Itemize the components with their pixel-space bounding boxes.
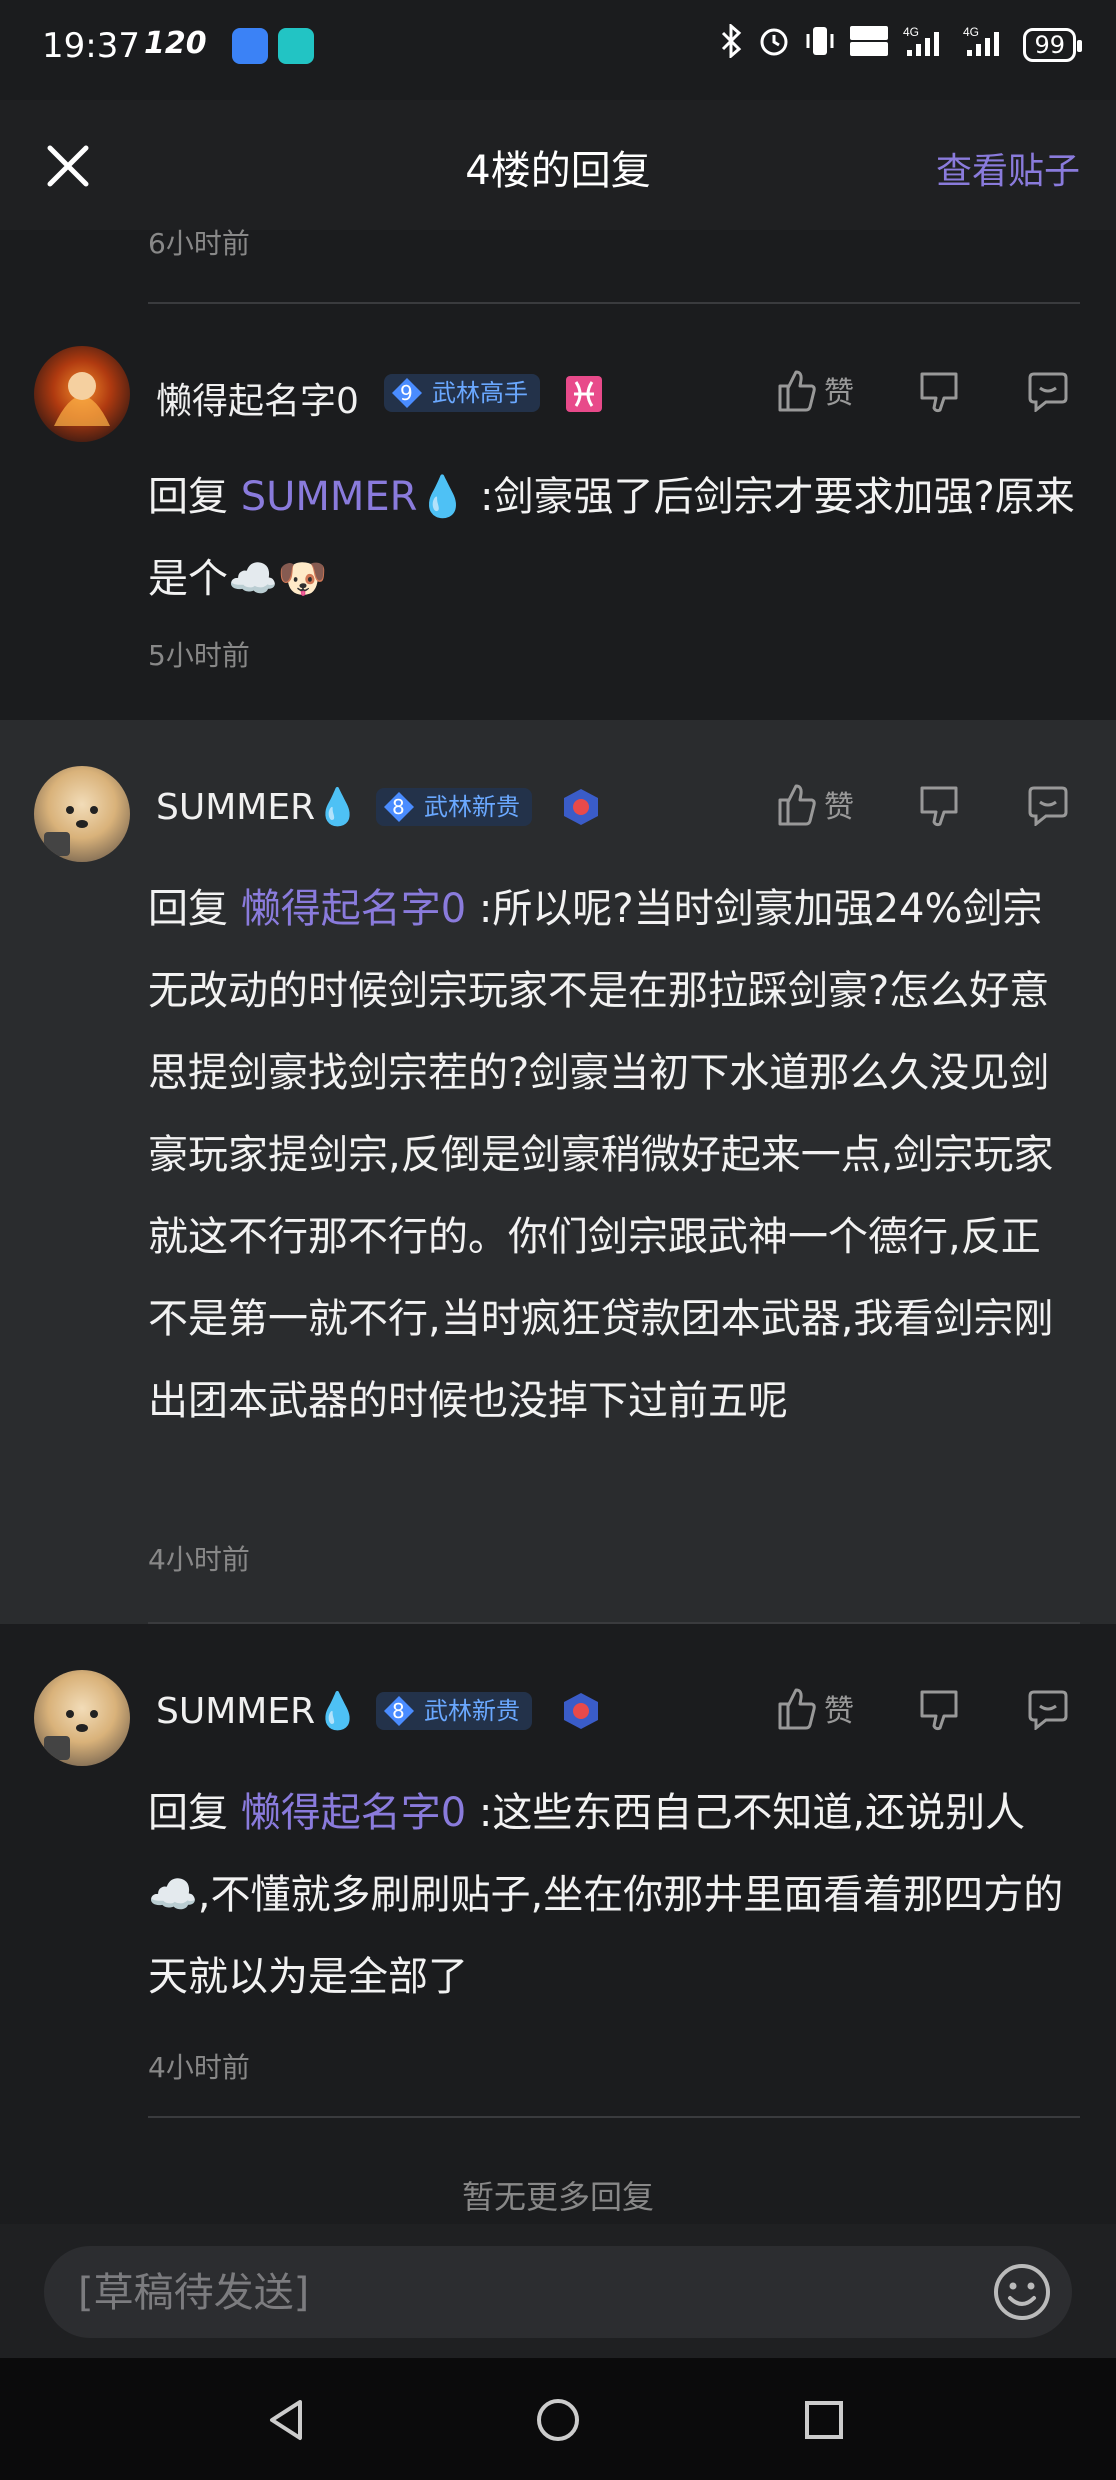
no-more-replies: 暂无更多回复: [461, 2178, 654, 2216]
comment-text: 回复 SUMMER💧 :剑豪强了后剑宗才要求加强?原来是个☁️🐶: [148, 456, 1076, 620]
thumbs-down-icon: [920, 1690, 958, 1731]
signal-4g-icon: 4G: [963, 24, 1009, 65]
comment-time: 5小时前: [148, 639, 250, 672]
like-label: 赞: [824, 790, 854, 825]
app-notification-icon: [278, 28, 314, 64]
comment-text: 回复 懒得起名字0 :所以呢?当时剑豪加强24%剑宗无改动的时候剑宗玩家不是在那…: [148, 868, 1076, 1442]
comment-item: 懒得起名字0 9 武林高手 赞 回复 SUMMER💧 :剑豪强了后剑宗才要求加强…: [0, 304, 1116, 718]
recents-icon[interactable]: [800, 2396, 848, 2444]
comment-icon: [1028, 786, 1068, 826]
status-icons: 4G 4G 99: [719, 22, 1082, 65]
header: 4楼的回复 查看贴子: [0, 100, 1116, 230]
dislike-button[interactable]: [918, 1688, 960, 1732]
rank-badge: 8 武林新贵: [376, 1692, 532, 1730]
like-button[interactable]: 赞: [776, 368, 854, 412]
reply-input-bar: [0, 2224, 1116, 2358]
rank-badge: 9 武林高手: [384, 374, 540, 412]
svg-text:4G: 4G: [963, 25, 979, 39]
alarm-icon: [757, 24, 791, 65]
status-time: 19:37: [42, 26, 140, 66]
emoji-icon[interactable]: [992, 2262, 1052, 2322]
dislike-button[interactable]: [918, 370, 960, 414]
svg-text:4G: 4G: [903, 25, 919, 39]
username[interactable]: SUMMER💧: [156, 786, 360, 828]
divider: [148, 2116, 1080, 2118]
reply-button[interactable]: [1026, 1690, 1070, 1730]
thumbs-up-icon: [778, 370, 816, 412]
achievement-icon: [560, 1690, 602, 1736]
rank-badge: 8 武林新贵: [376, 788, 532, 826]
level-number: 9: [400, 381, 413, 405]
vibrate-icon: [805, 24, 835, 65]
level-number: 8: [392, 795, 405, 819]
reply-input[interactable]: [76, 2246, 980, 2340]
like-label: 赞: [824, 1694, 854, 1729]
comment-icon: [1028, 372, 1068, 412]
rank-label: 武林高手: [432, 379, 528, 407]
thumbs-down-icon: [920, 786, 958, 827]
avatar[interactable]: [34, 346, 130, 442]
pisces-icon: [566, 376, 602, 412]
rank-label: 武林新贵: [424, 1697, 520, 1725]
previous-comment-time: 6小时前: [148, 227, 250, 260]
mention-link[interactable]: 懒得起名字0: [241, 1790, 466, 1836]
comment-item: SUMMER💧 8 武林新贵 赞 回复 懒得起名字0 :这些东西自己不知道,还说…: [0, 1624, 1116, 2118]
comment-text: 回复 懒得起名字0 :这些东西自己不知道,还说别人☁️,不懂就多刷刷贴子,坐在你…: [148, 1772, 1076, 2018]
reply-button[interactable]: [1026, 372, 1070, 412]
reply-prefix: 回复: [148, 474, 228, 520]
reply-input-container: [44, 2246, 1072, 2340]
username[interactable]: 懒得起名字0: [156, 372, 359, 424]
rank-label: 武林新贵: [424, 793, 520, 821]
comment-time: 4小时前: [148, 2051, 250, 2084]
status-bar: 19:37 120 4G 4G 99: [0, 0, 1116, 100]
achievement-icon: [560, 786, 602, 832]
thumbs-down-icon: [920, 372, 958, 413]
app-notification-icon: [232, 28, 268, 64]
refresh-rate: 120: [144, 26, 207, 61]
like-label: 赞: [824, 376, 854, 411]
comment-body: :所以呢?当时剑豪加强24%剑宗无改动的时候剑宗玩家不是在那拉踩剑豪?怎么好意思…: [148, 886, 1054, 1424]
thumbs-up-icon: [778, 784, 816, 826]
home-icon[interactable]: [534, 2396, 582, 2444]
comment-item: SUMMER💧 8 武林新贵 赞 回复 懒得起名字0 :所以呢?当时剑豪加强24…: [0, 720, 1116, 1624]
reply-prefix: 回复: [148, 1790, 228, 1836]
back-icon[interactable]: [262, 2396, 310, 2444]
like-button[interactable]: 赞: [776, 782, 854, 826]
avatar[interactable]: [34, 766, 130, 862]
like-button[interactable]: 赞: [776, 1686, 854, 1730]
comment-icon: [1028, 1690, 1068, 1730]
view-post-link[interactable]: 查看贴子: [936, 142, 1080, 194]
avatar[interactable]: [34, 1670, 130, 1766]
mention-link[interactable]: SUMMER💧: [241, 474, 468, 520]
mention-link[interactable]: 懒得起名字0: [241, 886, 466, 932]
reply-prefix: 回复: [148, 886, 228, 932]
comment-time: 4小时前: [148, 1543, 250, 1576]
thumbs-up-icon: [778, 1688, 816, 1730]
username[interactable]: SUMMER💧: [156, 1690, 360, 1732]
bluetooth-icon: [719, 22, 743, 65]
signal-4g-icon: 4G: [903, 24, 949, 65]
reply-button[interactable]: [1026, 786, 1070, 826]
dislike-button[interactable]: [918, 784, 960, 828]
hd-icon: [849, 24, 889, 65]
system-nav-bar: [0, 2358, 1116, 2480]
battery-icon: 99: [1023, 27, 1082, 62]
level-number: 8: [392, 1699, 405, 1723]
